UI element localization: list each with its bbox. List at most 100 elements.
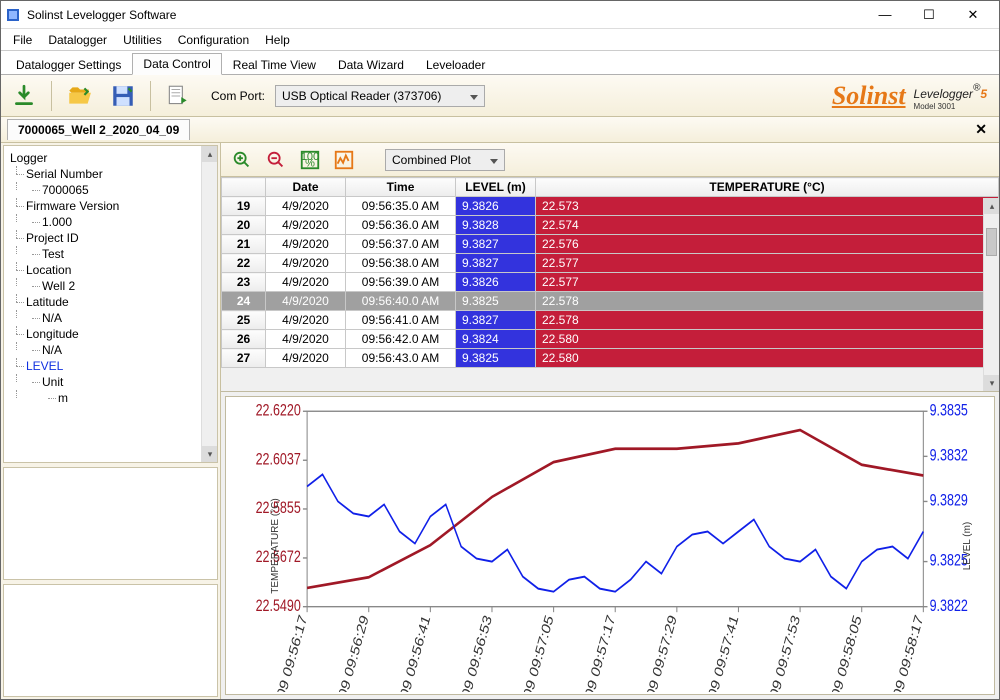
comport-select[interactable]: USB Optical Reader (373706) (275, 85, 485, 107)
tab-data-wizard[interactable]: Data Wizard (327, 54, 415, 75)
tree-lat-label[interactable]: Latitude (26, 295, 69, 309)
svg-text:04/09 09:57:05: 04/09 09:57:05 (515, 613, 556, 692)
table-row[interactable]: 204/9/202009:56:36.0 AM9.382822.574 (222, 216, 999, 235)
comport-value: USB Optical Reader (373706) (282, 89, 441, 103)
tree-loc-label[interactable]: Location (26, 263, 71, 277)
tree-root[interactable]: Logger (8, 150, 215, 166)
cell-level: 9.3825 (456, 349, 536, 368)
cell-time: 09:56:38.0 AM (346, 254, 456, 273)
chart-area[interactable]: TEMPERATURE (°C) LEVEL (m) 22.549022.567… (225, 396, 995, 695)
zoom-out-button[interactable] (263, 147, 289, 173)
tree-fw-value[interactable]: 1.000 (42, 215, 72, 229)
cell-temp: 22.577 (536, 254, 999, 273)
svg-text:9.3829: 9.3829 (930, 492, 968, 510)
document-close-button[interactable]: ✕ (969, 119, 993, 140)
table-row[interactable]: 244/9/202009:56:40.0 AM9.382522.578 (222, 292, 999, 311)
document-tab[interactable]: 7000065_Well 2_2020_04_09 (7, 119, 190, 140)
export-button[interactable] (161, 79, 195, 113)
cell-temp: 22.574 (536, 216, 999, 235)
tree-level-label[interactable]: LEVEL (26, 359, 63, 373)
table-row[interactable]: 224/9/202009:56:38.0 AM9.382722.577 (222, 254, 999, 273)
open-folder-button[interactable] (62, 79, 96, 113)
cell-rownum: 23 (222, 273, 266, 292)
cell-date: 4/9/2020 (266, 197, 346, 216)
chart-right-axis-label: LEVEL (m) (962, 521, 973, 570)
plot-mode-value: Combined Plot (392, 153, 471, 167)
cell-level: 9.3826 (456, 273, 536, 292)
tab-real-time-view[interactable]: Real Time View (222, 54, 327, 75)
svg-text:%: % (305, 157, 315, 169)
cell-date: 4/9/2020 (266, 254, 346, 273)
menu-file[interactable]: File (5, 31, 40, 49)
cell-temp: 22.576 (536, 235, 999, 254)
tree-proj-value[interactable]: Test (42, 247, 64, 261)
cell-rownum: 22 (222, 254, 266, 273)
cell-rownum: 21 (222, 235, 266, 254)
table-row[interactable]: 264/9/202009:56:42.0 AM9.382422.580 (222, 330, 999, 349)
tree-lon-value[interactable]: N/A (42, 343, 62, 357)
download-button[interactable] (7, 79, 41, 113)
col-date[interactable]: Date (266, 178, 346, 197)
menu-configuration[interactable]: Configuration (170, 31, 257, 49)
document-tab-row: 7000065_Well 2_2020_04_09 ✕ (1, 117, 999, 143)
cell-date: 4/9/2020 (266, 311, 346, 330)
cell-level: 9.3827 (456, 254, 536, 273)
menu-utilities[interactable]: Utilities (115, 31, 170, 49)
tab-leveloader[interactable]: Leveloader (415, 54, 496, 75)
sidebar-panel-2 (3, 467, 218, 580)
tree-unit-label[interactable]: Unit (42, 375, 63, 389)
save-button[interactable] (106, 79, 140, 113)
data-table[interactable]: Date Time LEVEL (m) TEMPERATURE (°C) 194… (221, 177, 999, 368)
menu-help[interactable]: Help (257, 31, 298, 49)
maximize-button[interactable]: ☐ (907, 1, 951, 29)
metadata-tree[interactable]: Logger Serial Number 7000065 Firmware Ve… (4, 146, 217, 410)
app-window: Solinst Levelogger Software — ☐ ✕ File D… (0, 0, 1000, 700)
cell-date: 4/9/2020 (266, 349, 346, 368)
minimize-button[interactable]: — (863, 1, 907, 29)
table-row[interactable]: 194/9/202009:56:35.0 AM9.382622.573 (222, 197, 999, 216)
tree-lon-label[interactable]: Longitude (26, 327, 79, 341)
plot-mode-select[interactable]: Combined Plot (385, 149, 505, 171)
col-rownum[interactable] (222, 178, 266, 197)
tree-loc-value[interactable]: Well 2 (42, 279, 75, 293)
main-tabstrip: Datalogger Settings Data Control Real Ti… (1, 51, 999, 75)
svg-text:22.5490: 22.5490 (256, 597, 301, 615)
cell-date: 4/9/2020 (266, 292, 346, 311)
tree-fw-label[interactable]: Firmware Version (26, 199, 119, 213)
sidebar-panel-3 (3, 584, 218, 697)
table-row[interactable]: 274/9/202009:56:43.0 AM9.382522.580 (222, 349, 999, 368)
tree-lat-value[interactable]: N/A (42, 311, 62, 325)
svg-text:9.3832: 9.3832 (930, 447, 968, 465)
tree-serial-value[interactable]: 7000065 (42, 183, 89, 197)
titlebar: Solinst Levelogger Software — ☐ ✕ (1, 1, 999, 29)
svg-text:04/09 09:58:05: 04/09 09:58:05 (824, 613, 865, 692)
cell-rownum: 26 (222, 330, 266, 349)
chart-signal-button[interactable] (331, 147, 357, 173)
tree-unit-value[interactable]: m (58, 391, 68, 405)
cell-level: 9.3825 (456, 292, 536, 311)
tree-serial-label[interactable]: Serial Number (26, 167, 103, 181)
cell-time: 09:56:43.0 AM (346, 349, 456, 368)
table-scrollbar[interactable]: ▴▾ (983, 198, 999, 391)
svg-text:04/09 09:56:53: 04/09 09:56:53 (454, 613, 495, 692)
zoom-reset-button[interactable]: 100% (297, 147, 323, 173)
tab-datalogger-settings[interactable]: Datalogger Settings (5, 54, 132, 75)
zoom-in-button[interactable] (229, 147, 255, 173)
cell-rownum: 27 (222, 349, 266, 368)
menu-datalogger[interactable]: Datalogger (40, 31, 115, 49)
table-row[interactable]: 214/9/202009:56:37.0 AM9.382722.576 (222, 235, 999, 254)
col-temp[interactable]: TEMPERATURE (°C) (536, 178, 999, 197)
cell-time: 09:56:41.0 AM (346, 311, 456, 330)
chart-svg: 22.549022.567222.585522.603722.62209.382… (234, 403, 986, 692)
close-button[interactable]: ✕ (951, 1, 995, 29)
table-row[interactable]: 234/9/202009:56:39.0 AM9.382622.577 (222, 273, 999, 292)
table-row[interactable]: 254/9/202009:56:41.0 AM9.382722.578 (222, 311, 999, 330)
cell-level: 9.3824 (456, 330, 536, 349)
tree-proj-label[interactable]: Project ID (26, 231, 79, 245)
tab-data-control[interactable]: Data Control (132, 53, 221, 75)
data-table-wrap: Date Time LEVEL (m) TEMPERATURE (°C) 194… (221, 177, 999, 392)
brand-solinst: Solinst (832, 81, 906, 111)
tree-scrollbar[interactable]: ▴▾ (201, 146, 217, 462)
col-time[interactable]: Time (346, 178, 456, 197)
col-level[interactable]: LEVEL (m) (456, 178, 536, 197)
